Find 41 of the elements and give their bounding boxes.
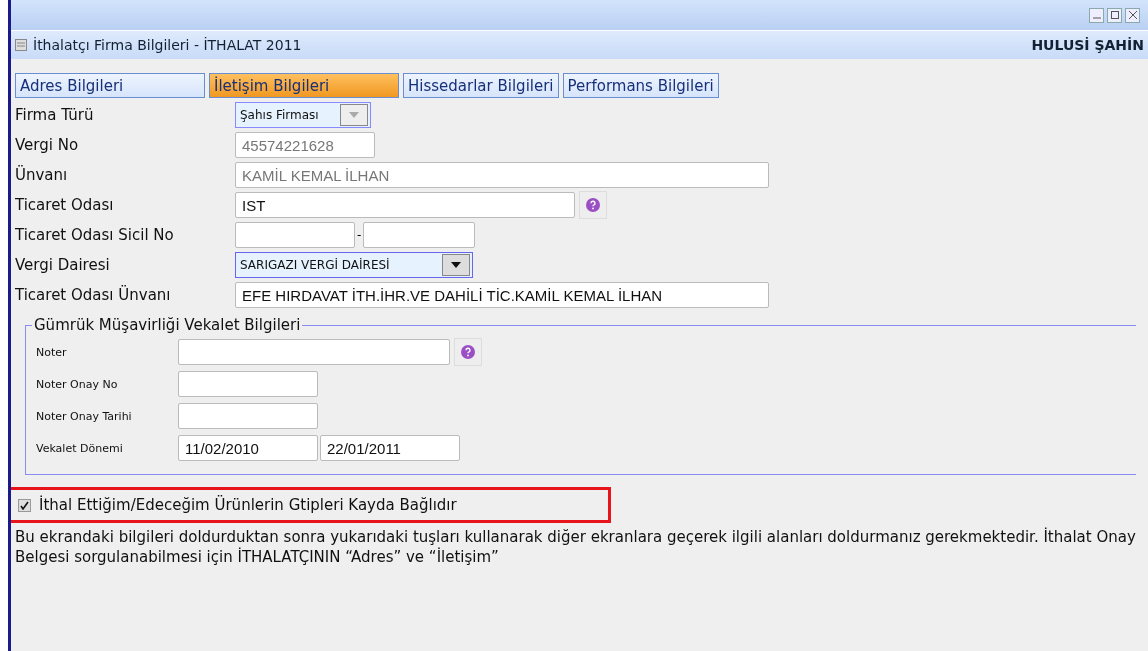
user-name: HULUSİ ŞAHİN xyxy=(1031,37,1144,53)
input-field[interactable]: 22/01/2011 xyxy=(320,435,460,461)
field-label: Noter Onay No xyxy=(36,377,119,391)
input-field[interactable] xyxy=(178,339,450,365)
field-label: Noter Onay Tarihi xyxy=(36,409,133,423)
input-field[interactable] xyxy=(235,222,355,248)
close-icon xyxy=(1128,11,1137,19)
field-label: Ticaret Odası Ünvanı xyxy=(15,286,172,304)
caret-icon xyxy=(451,262,461,268)
field-label: Vergi Dairesi xyxy=(15,256,111,274)
window-title: İthalatçı Firma Bilgileri - İTHALAT 2011 xyxy=(33,37,303,53)
input-field[interactable]: 11/02/2010 xyxy=(178,435,318,461)
help-icon[interactable] xyxy=(460,344,476,360)
tab[interactable]: Performans Bilgileri xyxy=(562,73,719,98)
checkbox[interactable] xyxy=(18,498,31,512)
close-button[interactable] xyxy=(1125,7,1140,23)
maximize-button[interactable] xyxy=(1107,7,1122,23)
checkbox-label: İthal Ettiğim/Edeceğim Ürünlerin Gtipleri Kayda Bağlıdır xyxy=(39,496,457,514)
field-label: Vekalet Dönemi xyxy=(36,441,124,455)
field-label: Ticaret Odası Sicil No xyxy=(15,226,175,244)
field-label: Ticaret Odası xyxy=(15,196,115,214)
tab[interactable]: Hissedarlar Bilgileri xyxy=(403,73,559,98)
fieldset-legend: Gümrük Müşavirliği Vekalet Bilgileri xyxy=(32,316,303,334)
field-label: Noter xyxy=(36,345,68,359)
caret-icon xyxy=(349,112,359,118)
field-label: Vergi No xyxy=(15,136,80,154)
field-label: Firma Türü xyxy=(15,106,95,124)
maximize-icon xyxy=(1110,11,1119,19)
input-field[interactable]: EFE HIRDAVAT İTH.İHR.VE DAHİLİ TİC.KAMİL KEMAL İLHAN xyxy=(235,282,769,308)
input-field[interactable] xyxy=(363,222,476,248)
info-paragraph: Bu ekrandaki bilgileri doldurduktan sonra yukarıdaki tuşları kullanarak diğer ekranlara geçerek ilgili alanları doldurmanız gerekmektedir. İthalat Onay Belgesi sorgulanabilmesi için İTHALATÇININ “Adres” ve “İletişim” xyxy=(15,527,1137,567)
help-icon[interactable] xyxy=(585,197,601,213)
dropdown[interactable]: SARIGAZI VERGİ DAİRESİ xyxy=(235,252,473,278)
tab[interactable]: Adres Bilgileri xyxy=(15,73,205,98)
dash-separator: - xyxy=(357,228,362,242)
window-icon xyxy=(15,39,27,51)
input-field[interactable]: IST xyxy=(235,192,575,218)
input-field[interactable] xyxy=(178,371,318,397)
tab[interactable]: İletişim Bilgileri xyxy=(209,73,399,98)
field-label: Ünvanı xyxy=(15,166,69,184)
input-field[interactable] xyxy=(178,403,318,429)
